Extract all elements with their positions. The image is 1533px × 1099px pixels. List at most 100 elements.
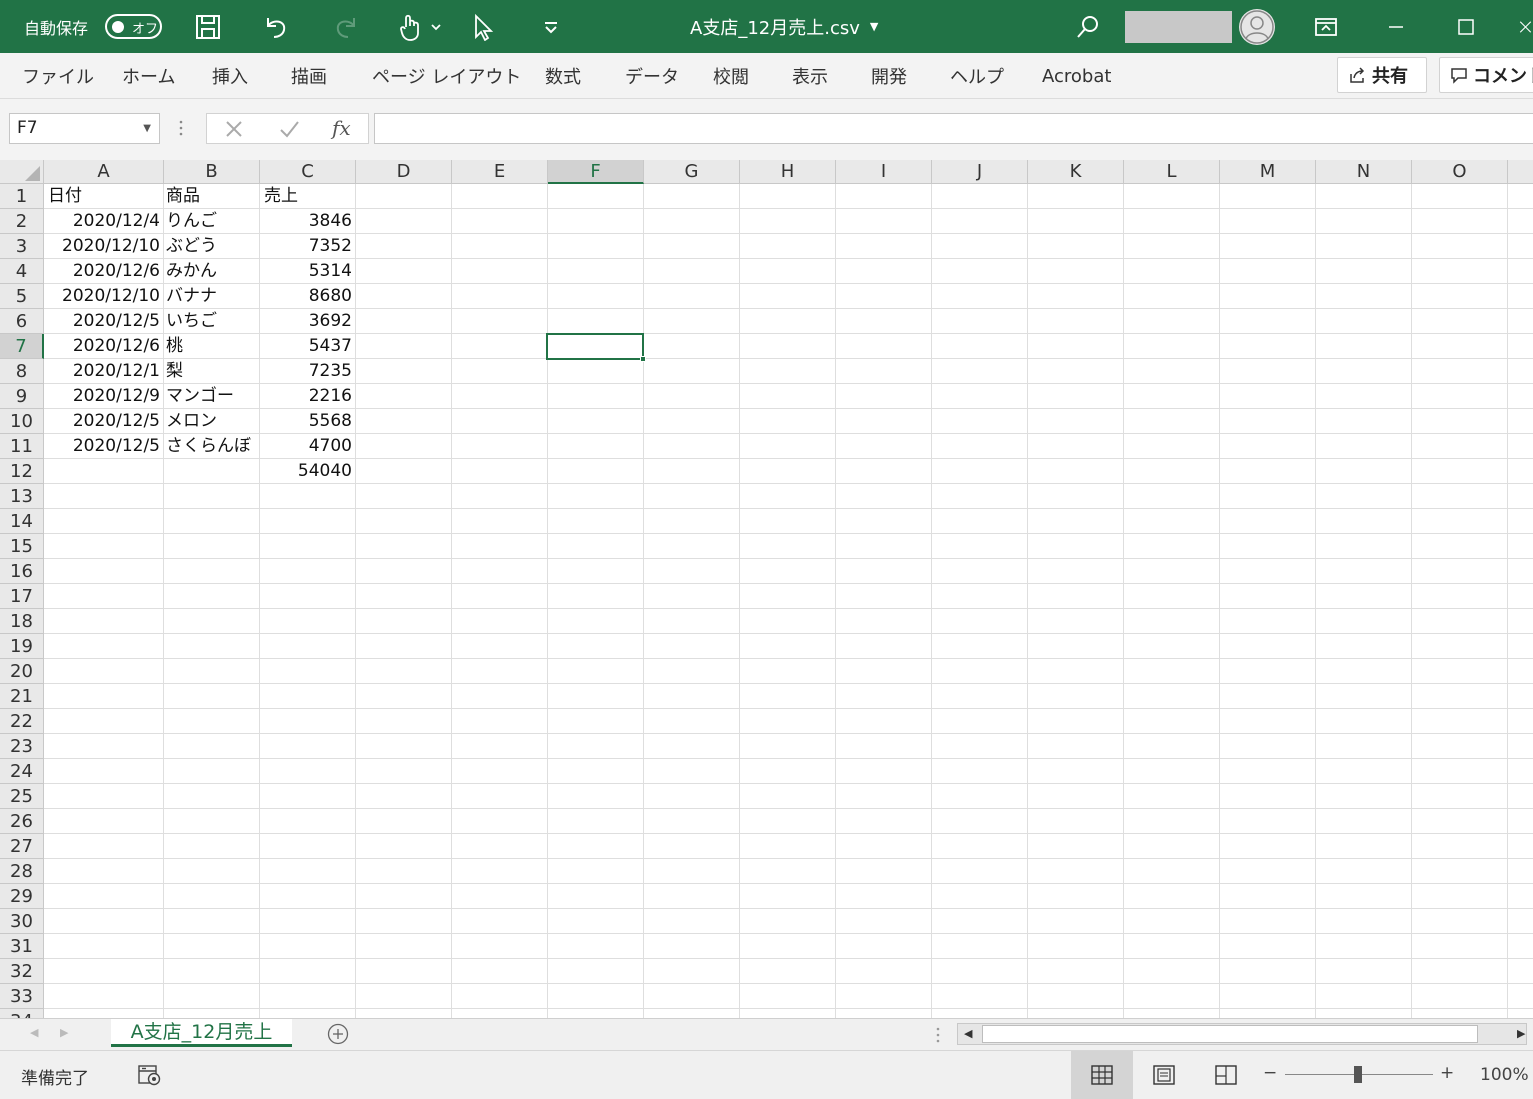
tab-page-layout[interactable]: ページ レイアウト — [372, 53, 521, 99]
row-header-23[interactable]: 23 — [0, 734, 44, 759]
cell-c11[interactable]: 4700 — [260, 434, 352, 459]
column-header-b[interactable]: B — [164, 160, 260, 184]
cell-b3[interactable]: ぶどう — [166, 234, 258, 259]
cell-b11[interactable]: さくらんぼ — [166, 434, 258, 459]
cell-b1[interactable]: 商品 — [166, 184, 258, 209]
close-icon[interactable] — [1518, 10, 1533, 44]
tab-review[interactable]: 校閲 — [713, 53, 749, 99]
cell-c4[interactable]: 5314 — [260, 259, 352, 284]
row-header-33[interactable]: 33 — [0, 984, 44, 1009]
tab-acrobat[interactable]: Acrobat — [1042, 53, 1111, 99]
column-header-f[interactable]: F — [548, 160, 644, 184]
name-box-dropdown-icon[interactable]: ▼ — [143, 114, 151, 143]
formula-input[interactable] — [374, 113, 1533, 144]
row-header-15[interactable]: 15 — [0, 534, 44, 559]
scroll-right-arrow-icon[interactable]: ▶ — [1517, 1027, 1525, 1040]
column-header-partial[interactable] — [1508, 160, 1533, 184]
row-header-17[interactable]: 17 — [0, 584, 44, 609]
sheet-tab-active[interactable]: A支店_12月売上 — [111, 1019, 292, 1047]
row-header-31[interactable]: 31 — [0, 934, 44, 959]
tab-formulas[interactable]: 数式 — [545, 53, 581, 99]
cell-a8[interactable]: 2020/12/1 — [44, 359, 160, 384]
row-header-22[interactable]: 22 — [0, 709, 44, 734]
row-header-29[interactable]: 29 — [0, 884, 44, 909]
row-header-21[interactable]: 21 — [0, 684, 44, 709]
cell-b7[interactable]: 桃 — [166, 334, 258, 359]
zoom-level[interactable]: 100% — [1480, 1065, 1529, 1085]
row-header-9[interactable]: 9 — [0, 384, 44, 409]
undo-icon[interactable] — [260, 10, 292, 44]
row-header-24[interactable]: 24 — [0, 759, 44, 784]
row-header-10[interactable]: 10 — [0, 409, 44, 434]
select-all-corner[interactable] — [0, 160, 44, 184]
column-header-g[interactable]: G — [644, 160, 740, 184]
touch-mode-icon[interactable] — [396, 10, 444, 44]
cell-c1[interactable]: 売上 — [264, 184, 356, 209]
fill-handle[interactable] — [640, 356, 646, 362]
row-header-1[interactable]: 1 — [0, 184, 44, 209]
redo-icon[interactable] — [330, 10, 362, 44]
tab-insert[interactable]: 挿入 — [212, 53, 248, 99]
cell-a5[interactable]: 2020/12/10 — [44, 284, 160, 309]
column-header-m[interactable]: M — [1220, 160, 1316, 184]
cell-c10[interactable]: 5568 — [260, 409, 352, 434]
tab-file[interactable]: ファイル — [22, 53, 94, 99]
row-header-26[interactable]: 26 — [0, 809, 44, 834]
insert-function-icon[interactable]: fx — [332, 116, 351, 140]
zoom-out-button[interactable]: − — [1263, 1063, 1277, 1083]
sheet-scroll-right-icon[interactable]: ▶ — [60, 1026, 68, 1039]
scroll-left-arrow-icon[interactable]: ◀ — [964, 1027, 972, 1040]
tab-draw[interactable]: 描画 — [291, 53, 327, 99]
row-header-27[interactable]: 27 — [0, 834, 44, 859]
row-header-3[interactable]: 3 — [0, 234, 44, 259]
customize-toolbar-icon[interactable] — [538, 10, 564, 44]
row-header-34[interactable]: 34 — [0, 1009, 44, 1018]
row-header-14[interactable]: 14 — [0, 509, 44, 534]
cell-c2[interactable]: 3846 — [260, 209, 352, 234]
cell-a4[interactable]: 2020/12/6 — [44, 259, 160, 284]
cell-c3[interactable]: 7352 — [260, 234, 352, 259]
cell-a3[interactable]: 2020/12/10 — [44, 234, 160, 259]
cell-b2[interactable]: りんご — [166, 209, 258, 234]
row-header-8[interactable]: 8 — [0, 359, 44, 384]
add-sheet-icon[interactable] — [327, 1023, 349, 1049]
column-header-c[interactable]: C — [260, 160, 356, 184]
tab-home[interactable]: ホーム — [122, 53, 175, 99]
cell-c7[interactable]: 5437 — [260, 334, 352, 359]
ribbon-display-icon[interactable] — [1310, 10, 1342, 44]
row-header-12[interactable]: 12 — [0, 459, 44, 484]
confirm-entry-icon[interactable] — [278, 118, 300, 144]
cell-b4[interactable]: みかん — [166, 259, 258, 284]
cell-a9[interactable]: 2020/12/9 — [44, 384, 160, 409]
save-icon[interactable] — [192, 10, 224, 44]
worksheet-grid[interactable]: ABCDEFGHIJKLMNO 1 2 3 4 5 6 7 8 9 10 11 12 13 14 15 16 1… — [0, 160, 1533, 1018]
cell-a2[interactable]: 2020/12/4 — [44, 209, 160, 234]
column-header-j[interactable]: J — [932, 160, 1028, 184]
tab-developer[interactable]: 開発 — [871, 53, 907, 99]
cell-a10[interactable]: 2020/12/5 — [44, 409, 160, 434]
sheet-scroll-left-icon[interactable]: ◀ — [30, 1026, 38, 1039]
minimize-icon[interactable] — [1380, 10, 1412, 44]
cell-a7[interactable]: 2020/12/6 — [44, 334, 160, 359]
tab-splitter-handle[interactable] — [935, 1026, 941, 1048]
row-header-18[interactable]: 18 — [0, 609, 44, 634]
zoom-in-button[interactable]: + — [1440, 1063, 1454, 1083]
horizontal-scroll-thumb[interactable] — [982, 1025, 1478, 1043]
column-header-h[interactable]: H — [740, 160, 836, 184]
column-header-i[interactable]: I — [836, 160, 932, 184]
tab-view[interactable]: 表示 — [792, 53, 828, 99]
search-icon[interactable] — [1072, 10, 1104, 44]
cell-a11[interactable]: 2020/12/5 — [44, 434, 160, 459]
user-avatar[interactable] — [1239, 9, 1275, 45]
formula-bar-resize-handle[interactable] — [178, 119, 184, 137]
name-box[interactable]: F7 ▼ — [9, 113, 160, 144]
cancel-entry-icon[interactable] — [223, 118, 245, 144]
cell-c8[interactable]: 7235 — [260, 359, 352, 384]
tab-help[interactable]: ヘルプ — [950, 53, 1004, 99]
row-header-30[interactable]: 30 — [0, 909, 44, 934]
row-header-5[interactable]: 5 — [0, 284, 44, 309]
row-header-16[interactable]: 16 — [0, 559, 44, 584]
row-header-19[interactable]: 19 — [0, 634, 44, 659]
comments-button[interactable]: コメント — [1439, 57, 1533, 93]
column-header-k[interactable]: K — [1028, 160, 1124, 184]
